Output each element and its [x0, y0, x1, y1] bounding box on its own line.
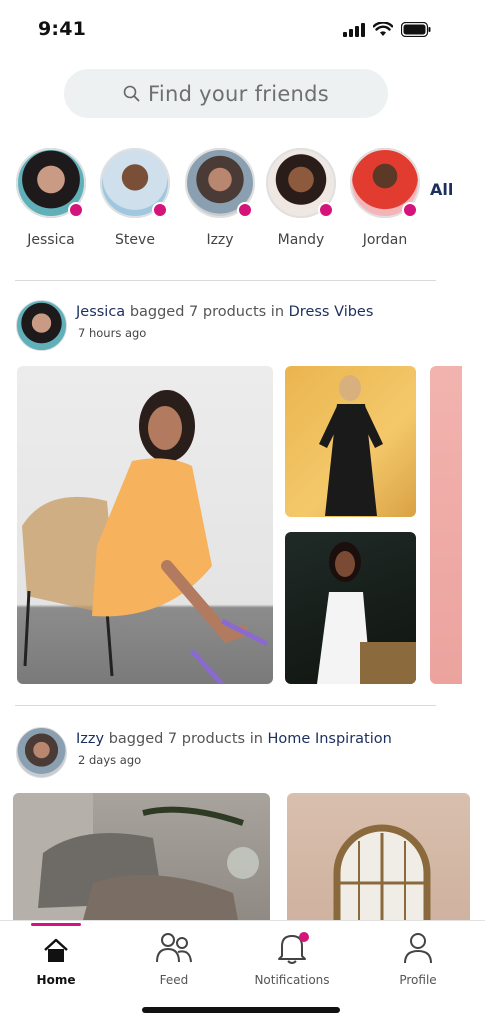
avatar: [350, 148, 420, 218]
product-image[interactable]: [285, 532, 416, 684]
post-action: bagged 7 products in: [108, 731, 263, 747]
search-icon: [123, 85, 140, 102]
active-tab-indicator: [31, 923, 81, 926]
avatar[interactable]: [16, 727, 67, 778]
avatar: [16, 148, 86, 218]
all-friends-link[interactable]: All: [430, 180, 453, 199]
post-header: Jessica bagged 7 products in Dress Vibes…: [16, 300, 373, 351]
post-action: bagged 7 products in: [129, 304, 285, 320]
friends-stories: Jessica Steve Izzy Mandy Jordan All: [0, 146, 485, 256]
person-icon: [404, 933, 432, 964]
tab-feed[interactable]: Feed: [124, 931, 224, 987]
status-time: 9:41: [38, 18, 87, 40]
story-jessica[interactable]: Jessica: [11, 146, 91, 248]
online-dot: [402, 202, 418, 218]
divider: [15, 705, 436, 706]
story-name: Izzy: [206, 232, 234, 248]
story-mandy[interactable]: Mandy: [261, 146, 341, 248]
avatar[interactable]: [16, 300, 67, 351]
divider: [15, 280, 436, 281]
online-dot: [68, 202, 84, 218]
product-image[interactable]: [13, 793, 270, 920]
story-name: Jessica: [27, 232, 75, 248]
post-board-link[interactable]: Home Inspiration: [268, 731, 392, 747]
people-icon: [156, 933, 192, 963]
avatar: [266, 148, 336, 218]
tab-label: Notifications: [254, 973, 330, 987]
wifi-icon: [373, 22, 393, 36]
signal-icon: [343, 22, 365, 37]
tab-label: Profile: [399, 973, 437, 987]
tab-home[interactable]: Home: [6, 931, 106, 987]
home-icon: [44, 938, 68, 962]
tab-profile[interactable]: Profile: [368, 931, 468, 987]
search-bar[interactable]: Find your friends: [64, 69, 388, 118]
avatar: [100, 148, 170, 218]
battery-icon: [401, 22, 431, 37]
post-time: 2 days ago: [78, 753, 142, 767]
product-image[interactable]: [287, 793, 470, 920]
online-dot: [237, 202, 253, 218]
bell-icon: [278, 932, 309, 964]
product-image[interactable]: [17, 366, 273, 684]
post-header: Izzy bagged 7 products in Home Inspirati…: [16, 727, 392, 778]
post-board-link[interactable]: Dress Vibes: [289, 304, 374, 320]
tab-notifications[interactable]: Notifications: [242, 931, 342, 987]
product-image[interactable]: [430, 366, 462, 684]
story-name: Steve: [115, 232, 155, 248]
post-user-link[interactable]: Jessica: [76, 304, 125, 320]
product-image[interactable]: [285, 366, 416, 517]
status-bar: 9:41: [0, 0, 485, 60]
home-indicator: [142, 1007, 340, 1013]
online-dot: [152, 202, 168, 218]
avatar: [185, 148, 255, 218]
story-izzy[interactable]: Izzy: [180, 146, 260, 248]
status-icons: [343, 22, 431, 37]
story-jordan[interactable]: Jordan: [345, 146, 425, 248]
search-input[interactable]: Find your friends: [148, 82, 329, 106]
online-dot: [318, 202, 334, 218]
post-user-link[interactable]: Izzy: [76, 731, 104, 747]
story-name: Jordan: [362, 232, 408, 248]
post-time: 7 hours ago: [78, 326, 147, 340]
tab-label: Feed: [159, 973, 189, 987]
story-name: Mandy: [277, 232, 325, 248]
story-steve[interactable]: Steve: [95, 146, 175, 248]
tab-label: Home: [36, 973, 76, 987]
